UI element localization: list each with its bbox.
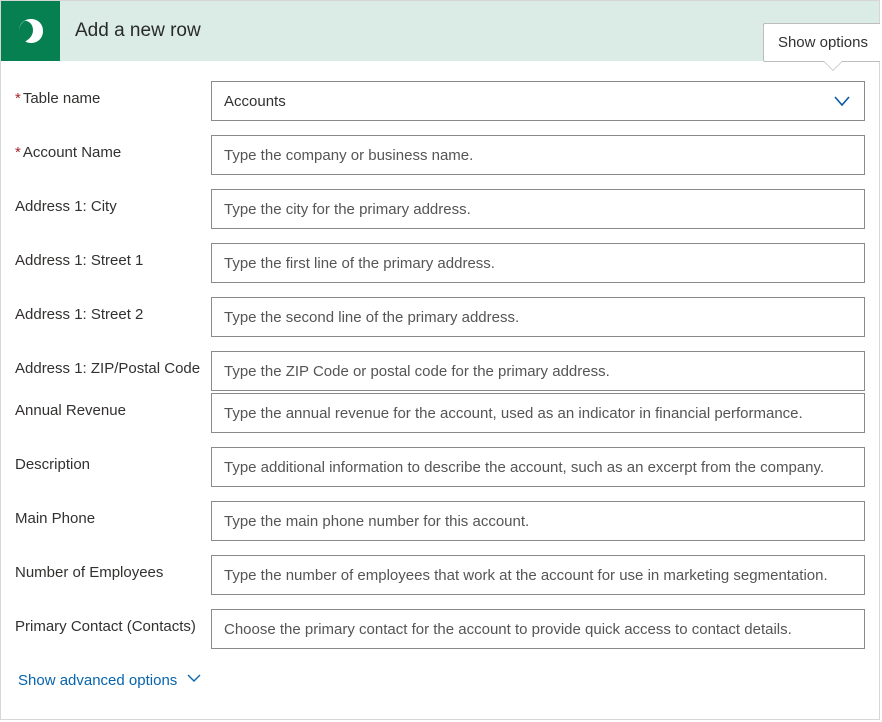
row-address-street1: Address 1: Street 1 [15,243,865,283]
required-indicator: * [15,90,21,107]
chevron-down-icon [832,91,852,111]
label-primary-contact: Primary Contact (Contacts) [15,609,211,637]
label-main-phone: Main Phone [15,501,211,529]
label-address-zip: Address 1: ZIP/Postal Code [15,351,211,379]
panel-title: Add a new row [75,20,201,42]
label-account-name: *Account Name [15,135,211,163]
main-phone-input[interactable] [211,501,865,541]
label-table-name: *Table name [15,81,211,109]
advanced-options-label: Show advanced options [18,672,177,689]
table-name-value: Accounts [224,93,286,110]
account-name-input[interactable] [211,135,865,175]
row-annual-revenue: Annual Revenue [15,393,865,433]
show-advanced-options-link[interactable]: Show advanced options [18,671,201,689]
row-description: Description [15,447,865,487]
label-address-city: Address 1: City [15,189,211,217]
address-street1-input[interactable] [211,243,865,283]
num-employees-input[interactable] [211,555,865,595]
connector-logo [1,1,60,61]
dataverse-icon [14,14,48,48]
row-address-street2: Address 1: Street 2 [15,297,865,337]
address-zip-input[interactable] [211,351,865,391]
label-num-employees: Number of Employees [15,555,211,583]
label-address-street1: Address 1: Street 1 [15,243,211,271]
description-input[interactable] [211,447,865,487]
primary-contact-input[interactable] [211,609,865,649]
row-address-zip: Address 1: ZIP/Postal Code [15,351,865,391]
row-num-employees: Number of Employees [15,555,865,595]
row-account-name: *Account Name [15,135,865,175]
show-options-button[interactable]: Show options [763,23,880,62]
row-address-city: Address 1: City [15,189,865,229]
address-city-input[interactable] [211,189,865,229]
row-main-phone: Main Phone [15,501,865,541]
form-panel: Add a new row Show options *Table name A… [0,0,880,720]
row-table-name: *Table name Accounts [15,81,865,121]
table-name-select[interactable]: Accounts [211,81,865,121]
label-description: Description [15,447,211,475]
form-body: *Table name Accounts *Account Name Addre… [1,61,879,699]
required-indicator: * [15,144,21,161]
label-annual-revenue: Annual Revenue [15,393,211,421]
row-primary-contact: Primary Contact (Contacts) [15,609,865,649]
chevron-down-icon [187,671,201,689]
label-address-street2: Address 1: Street 2 [15,297,211,325]
annual-revenue-input[interactable] [211,393,865,433]
panel-header: Add a new row Show options [1,1,879,61]
address-street2-input[interactable] [211,297,865,337]
